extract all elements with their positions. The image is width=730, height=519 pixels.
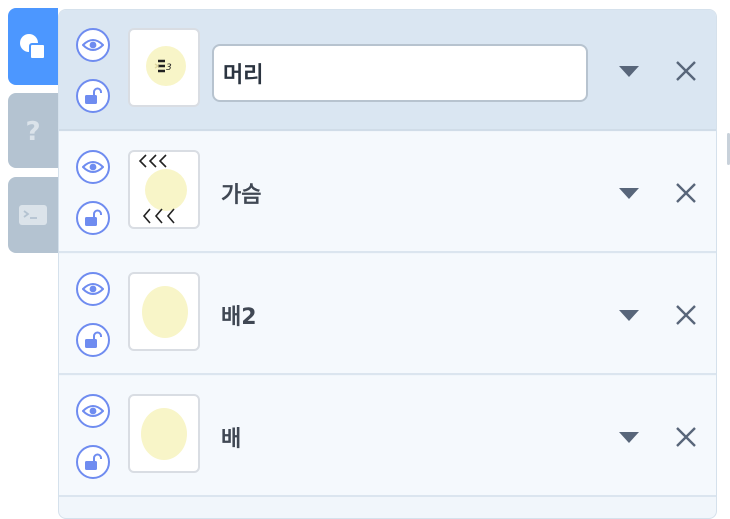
object-list-panel: 3 머리 가슴 배2 배 <box>58 9 717 519</box>
close-icon <box>676 182 696 203</box>
caret-down-icon <box>619 65 639 77</box>
eye-icon <box>82 39 104 51</box>
eye-icon <box>82 283 104 295</box>
delete-button[interactable] <box>675 254 697 375</box>
visibility-toggle[interactable] <box>76 394 110 428</box>
object-thumbnail: 3 <box>128 28 200 107</box>
tab-shapes[interactable] <box>8 8 58 85</box>
object-name-input[interactable] <box>212 44 588 102</box>
dropdown-button[interactable] <box>618 376 640 497</box>
visibility-toggle[interactable] <box>76 28 110 62</box>
unlock-icon <box>85 453 102 470</box>
caret-down-icon <box>619 431 639 443</box>
close-icon <box>676 304 696 325</box>
side-tab-strip: ? <box>0 0 58 504</box>
terminal-icon <box>19 205 47 225</box>
visibility-toggle[interactable] <box>76 272 110 306</box>
question-icon: ? <box>25 117 40 146</box>
tab-help[interactable]: ? <box>8 93 58 168</box>
dropdown-button[interactable] <box>618 254 640 375</box>
tab-console[interactable] <box>8 177 58 253</box>
delete-button[interactable] <box>675 376 697 497</box>
head-thumbnail-icon: 3 <box>146 46 186 86</box>
dropdown-button[interactable] <box>618 10 640 131</box>
delete-button[interactable] <box>675 132 697 253</box>
list-item[interactable]: 가슴 <box>59 132 716 253</box>
chest-thumbnail-icon <box>138 154 187 224</box>
dropdown-button[interactable] <box>618 132 640 253</box>
caret-down-icon <box>619 309 639 321</box>
object-name[interactable]: 가슴 <box>221 132 261 253</box>
unlock-icon <box>85 209 102 226</box>
eye-icon <box>82 405 104 417</box>
lock-toggle[interactable] <box>76 201 110 235</box>
eye-icon <box>82 161 104 173</box>
list-item[interactable]: 3 <box>59 10 716 131</box>
svg-text:?: ? <box>25 117 40 146</box>
list-item[interactable]: 배2 <box>59 254 716 375</box>
shapes-icon <box>20 33 46 60</box>
close-icon <box>676 60 696 81</box>
lock-toggle[interactable] <box>76 79 110 113</box>
delete-button[interactable] <box>675 10 697 131</box>
belly-thumbnail-icon <box>141 408 187 460</box>
visibility-toggle[interactable] <box>76 150 110 184</box>
svg-text:3: 3 <box>166 63 172 73</box>
list-item[interactable]: 배 <box>59 376 716 497</box>
unlock-icon <box>85 87 102 104</box>
belly-thumbnail-icon <box>142 286 188 338</box>
caret-down-icon <box>619 187 639 199</box>
lock-toggle[interactable] <box>76 323 110 357</box>
object-name[interactable]: 배 <box>221 376 241 497</box>
unlock-icon <box>85 331 102 348</box>
object-thumbnail <box>128 272 200 351</box>
object-thumbnail <box>128 150 200 229</box>
object-thumbnail <box>128 394 200 473</box>
object-name[interactable]: 배2 <box>221 254 257 375</box>
close-icon <box>676 426 696 447</box>
lock-toggle[interactable] <box>76 445 110 479</box>
